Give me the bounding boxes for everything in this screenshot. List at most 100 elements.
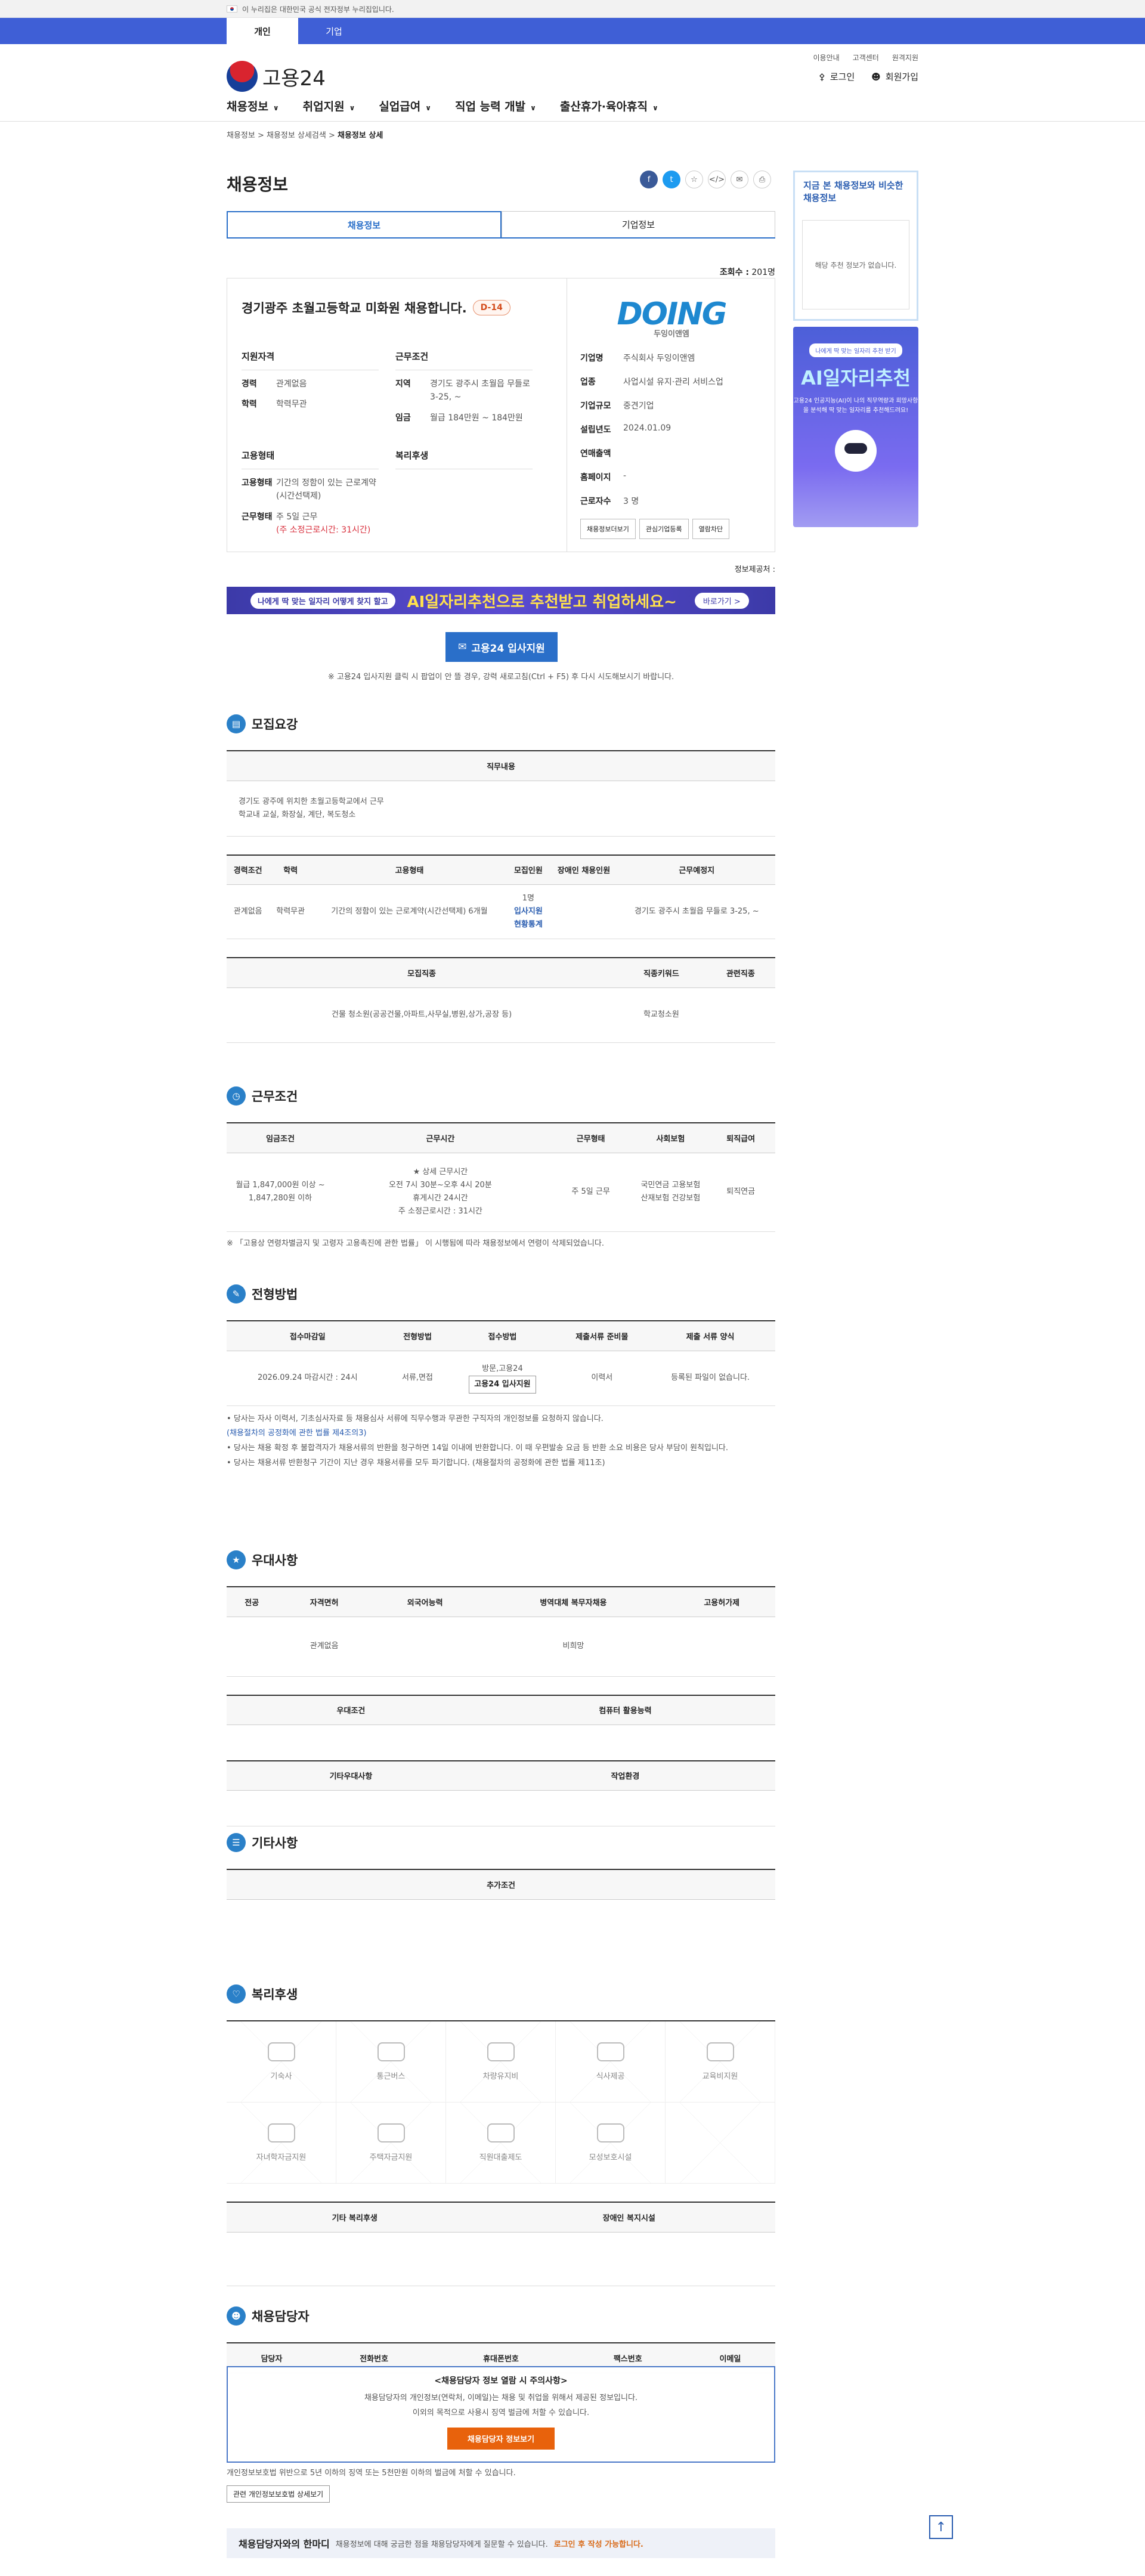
kv-value: 기간의 정함이 있는 근로계약(시간선택제) xyxy=(276,478,376,501)
tab-company-info[interactable]: 기업정보 xyxy=(502,211,775,237)
group-heading: 지원자격 xyxy=(242,350,379,370)
table-header: 기타우대사항 xyxy=(227,1760,475,1791)
table-header: 추가조건 xyxy=(227,1869,775,1900)
kv-key: 지역 xyxy=(395,379,411,389)
selection-notes: • 당사는 자사 이력서, 기초심사자료 등 채용심사 서류에 직무수행과 무관… xyxy=(227,1414,728,1467)
table-header: 외국어능력 xyxy=(371,1586,479,1617)
section-heading: ♡ 복리후생 xyxy=(227,1984,775,2004)
contact-privacy-notice: <채용담당자 정보 열람 시 주의사항> 채용담당자의 개인정보(연락처, 이메… xyxy=(227,2366,775,2463)
star-icon[interactable]: ☆ xyxy=(685,171,703,188)
breadcrumb-item[interactable]: 채용정보 xyxy=(227,131,255,140)
house-icon xyxy=(377,2123,405,2142)
section-title: 근무조건 xyxy=(252,1089,298,1104)
company-value: 주식회사 두잉이앤엠 xyxy=(623,354,695,363)
detail-tabs: 채용정보 기업정보 xyxy=(227,211,775,239)
preferences-extra-table: 우대조건 컴퓨터 활용능력 기타우대사항 작업환경 xyxy=(227,1694,775,1826)
view-contact-button[interactable]: 채용담당자 정보보기 xyxy=(447,2428,555,2450)
law-link[interactable]: (채용절차의 공정화에 관한 법률 제4조의3) xyxy=(227,1429,367,1438)
code-icon[interactable]: </> xyxy=(708,171,726,188)
clipboard-icon: ✎ xyxy=(227,1284,246,1304)
twitter-icon[interactable]: t xyxy=(663,171,680,188)
note-line: 당사는 자사 이력서, 기초심사자료 등 채용심사 서류에 직무수행과 무관한 … xyxy=(233,1414,604,1423)
message-login-hint: 로그인 후 작성 가능합니다. xyxy=(553,2540,643,2549)
login-link[interactable]: ⚴ 로그인 xyxy=(819,70,855,83)
table-header: 전공 xyxy=(227,1586,277,1617)
apply-button[interactable]: ✉ 고용24 입사지원 xyxy=(445,632,558,662)
join-link[interactable]: ☻ 회원가입 xyxy=(871,70,918,83)
welfare-label: 교육비지원 xyxy=(702,2072,738,2081)
tab-personal[interactable]: 개인 xyxy=(227,18,298,44)
favorite-company-button[interactable]: 관심기업등록 xyxy=(639,519,689,539)
section-selection: ✎ 전형방법 접수마감일 전형방법 접수방법 제출서류 준비물 제출 서류 양식 … xyxy=(227,1284,775,1470)
tab-business[interactable]: 기업 xyxy=(298,18,370,44)
preferences-table: 전공 자격면허 외국어능력 병역대체 복무자채용 고용허가제 관계없음 비희망 xyxy=(227,1586,775,1677)
table-cell: 학교청소원 xyxy=(617,987,706,1043)
section-heading: ✎ 전형방법 xyxy=(227,1284,775,1304)
view-count-label: 조회수 : xyxy=(719,268,749,277)
table-cell xyxy=(668,1617,775,1677)
table-cell: 이력서 xyxy=(558,1351,646,1406)
tab-job-info[interactable]: 채용정보 xyxy=(227,211,502,237)
welfare-extra-table: 기타 복리후생 장애인 복지시설 xyxy=(227,2202,775,2286)
company-key: 연매출액 xyxy=(580,449,611,459)
welfare-item xyxy=(666,2103,775,2184)
section-heading: ★ 우대사항 xyxy=(227,1550,775,1569)
site-logo[interactable]: 고용24 xyxy=(227,61,326,92)
scroll-top-button[interactable]: ↑ xyxy=(929,2515,953,2539)
job-title-text: 경기광주 초월고등학교 미화원 채용합니다. xyxy=(242,301,467,315)
group-conditions: 근무조건 지역 경기도 광주시 초월읍 무들로 3-25, ~ 임금 월급 184만… xyxy=(395,350,539,432)
robot-icon xyxy=(835,430,877,472)
kv-value: 주 5일 근무 xyxy=(276,512,318,522)
gnb-label: 직업 능력 개발 xyxy=(455,100,526,113)
gnb-item-unemployment[interactable]: 실업급여 ∨ xyxy=(379,98,431,114)
mail-icon[interactable]: ✉ xyxy=(731,171,748,188)
stats-link[interactable]: 현황통계 xyxy=(514,920,543,929)
group-welfare: 복리후생 xyxy=(395,449,533,476)
table-header: 학력 xyxy=(269,854,312,886)
gnb-item-leave[interactable]: 출산휴가·육아휴직 ∨ xyxy=(560,98,658,114)
breadcrumb-item[interactable]: 채용정보 상세검색 xyxy=(267,131,326,140)
company-key: 근로자수 xyxy=(580,497,611,506)
util-link-guide[interactable]: 이용안내 xyxy=(813,52,839,63)
gov-banner: 이 누리집은 대한민국 공식 전자정부 누리집입니다. xyxy=(0,0,1145,18)
table-header: 병역대체 복무자채용 xyxy=(478,1586,669,1617)
person-icon: ☻ xyxy=(871,72,881,82)
welfare-item: 식사제공 xyxy=(556,2021,666,2103)
table-cell: 국민연금 고용보험 산재보험 건강보험 xyxy=(635,1153,707,1232)
table-header: 사회보험 xyxy=(635,1122,707,1153)
privacy-law-button[interactable]: 관련 개인정보보호법 상세보기 xyxy=(227,2485,330,2503)
util-link-remote[interactable]: 원격지원 xyxy=(892,52,918,63)
table-header: 퇴직급여 xyxy=(706,1122,775,1153)
user-type-tabs: 개인 기업 xyxy=(0,18,1145,44)
welfare-label: 주택자금지원 xyxy=(369,2153,413,2162)
block-company-button[interactable]: 열람차단 xyxy=(692,519,730,539)
bed-icon xyxy=(267,2042,295,2061)
graduation-cap-icon xyxy=(706,2042,734,2061)
login-label: 로그인 xyxy=(830,72,855,82)
section-heading: ▤ 모집요강 xyxy=(227,714,775,733)
company-value: 3 명 xyxy=(623,497,639,506)
banner-go-button[interactable]: 바로가기 > xyxy=(694,592,749,609)
welfare-item: 교육비지원 xyxy=(666,2021,775,2103)
table-cell: 퇴직연금 xyxy=(706,1153,775,1232)
gnb-item-training[interactable]: 직업 능력 개발 ∨ xyxy=(455,98,536,114)
print-icon[interactable]: ⎙ xyxy=(753,171,771,188)
more-jobs-button[interactable]: 채용정보더보기 xyxy=(580,519,636,539)
table-cell xyxy=(371,1617,479,1677)
gnb-item-support[interactable]: 취업지원 ∨ xyxy=(303,98,355,114)
util-link-support[interactable]: 고객센터 xyxy=(853,52,879,63)
kv-value: 관계없음 xyxy=(276,379,307,389)
gnb-item-jobs[interactable]: 채용정보 ∨ xyxy=(227,98,279,114)
job-summary: 경기광주 초월고등학교 미화원 채용합니다. D-14 지원자격 경력 관계없음 학… xyxy=(227,278,775,552)
site-header: 고용24 이용안내 고객센터 원격지원 ⚴ 로그인 ☻ 회원가입 채용정보 ∨ 취업지… xyxy=(0,44,1145,122)
table-cell: 관계없음 xyxy=(227,884,270,940)
ai-recommend-banner[interactable]: 나에게 딱 맞는 일자리 어떻게 찾지 할고 AI일자리추천으로 추천받고 취업… xyxy=(227,587,775,614)
apply-small-button[interactable]: 고용24 입사지원 xyxy=(469,1376,536,1394)
account-links: ⚴ 로그인 ☻ 회원가입 xyxy=(819,70,918,83)
apply-status-link[interactable]: 입사지원 xyxy=(514,907,543,916)
facebook-icon[interactable]: f xyxy=(640,171,658,188)
ai-recommend-ad[interactable]: 나에게 딱 맞는 일자리 추천 받기 AI일자리추천 고용24 인공지능(AI)… xyxy=(793,327,918,527)
recruit-table: 경력조건 학력 고용형태 모집인원 장애인 채용인원 근무예정지 관계없음 학력… xyxy=(227,854,775,940)
welfare-item: 자녀학자금지원 xyxy=(227,2103,336,2184)
section-etc: ☰ 기타사항 추가조건 xyxy=(227,1833,775,1956)
